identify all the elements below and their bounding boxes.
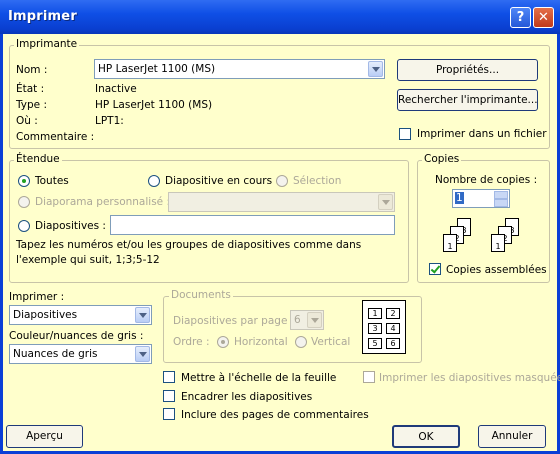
dialog-body: Imprimante Nom : HP LaserJet 1100 (MS) P… <box>3 34 560 451</box>
printer-legend: Imprimante <box>14 38 80 50</box>
range-help-text: Tapez les numéros et/ou les groupes de d… <box>16 239 362 266</box>
spin-down-icon[interactable] <box>494 199 508 207</box>
print-what-select[interactable]: Diapositives <box>9 305 152 325</box>
scale-to-fit-label: Mettre à l'échelle de la feuille <box>181 372 337 384</box>
preview-button[interactable]: Aperçu <box>6 425 83 448</box>
scale-to-fit-checkbox[interactable] <box>163 371 175 383</box>
spin-up-icon[interactable] <box>494 191 508 199</box>
range-selection-label: Sélection <box>293 175 342 187</box>
range-all-radio[interactable] <box>18 175 30 187</box>
printer-where-value: LPT1: <box>95 115 124 127</box>
copies-count-input[interactable]: 1 <box>452 189 510 208</box>
range-legend: Étendue <box>14 153 62 165</box>
order-horizontal-label: Horizontal <box>234 336 288 348</box>
print-hidden-label: Imprimer les diapositives masquées <box>379 372 560 384</box>
include-comments-checkbox[interactable] <box>163 408 175 420</box>
preview-cell: 6 <box>386 338 400 349</box>
per-page-select[interactable]: 6 <box>290 310 324 330</box>
print-to-file-checkbox[interactable] <box>399 128 411 140</box>
chevron-down-icon[interactable] <box>135 346 150 362</box>
range-custom-show-label: Diaporama personnalisé : <box>35 196 170 208</box>
order-vertical-label: Vertical <box>311 336 351 348</box>
frame-slides-checkbox[interactable] <box>163 390 175 402</box>
range-slides-radio[interactable] <box>18 220 30 232</box>
collate-checkbox[interactable] <box>429 263 441 275</box>
include-comments-label: Inclure des pages de commentaires <box>181 409 369 421</box>
copies-count-value: 1 <box>455 192 464 204</box>
print-what-label: Imprimer : <box>9 291 65 303</box>
preview-cell: 2 <box>386 308 400 319</box>
color-label: Couleur/nuances de gris : <box>9 330 144 342</box>
range-selection-radio[interactable] <box>276 175 288 187</box>
printer-name-value: HP LaserJet 1100 (MS) <box>98 63 216 75</box>
color-select[interactable]: Nuances de gris <box>9 344 152 364</box>
collate-label: Copies assemblées <box>446 264 547 276</box>
printer-name-select[interactable]: HP LaserJet 1100 (MS) <box>94 59 385 79</box>
custom-show-select[interactable] <box>168 192 395 212</box>
print-to-file-label: Imprimer dans un fichier <box>417 128 547 140</box>
print-hidden-checkbox[interactable] <box>363 371 375 383</box>
preview-cell: 3 <box>368 323 382 334</box>
chevron-down-icon[interactable] <box>368 61 383 77</box>
documents-legend: Documents <box>169 289 233 301</box>
frame-slides-label: Encadrer les diapositives <box>181 391 313 403</box>
chevron-down-icon[interactable] <box>307 312 322 328</box>
printer-state-label: État : <box>16 83 45 95</box>
ok-button[interactable]: OK <box>392 425 460 448</box>
find-printer-button[interactable]: Rechercher l'imprimante... <box>397 89 538 111</box>
range-custom-show-radio[interactable] <box>18 196 30 208</box>
preview-cell: 5 <box>368 338 382 349</box>
preview-cell: 1 <box>368 308 382 319</box>
range-current-label: Diapositive en cours <box>165 175 273 187</box>
printer-state-value: Inactive <box>95 83 137 95</box>
color-value: Nuances de gris <box>13 348 98 360</box>
window-title: Imprimer <box>8 9 77 24</box>
range-all-label: Toutes <box>35 175 69 187</box>
range-current-radio[interactable] <box>148 175 160 187</box>
printer-type-value: HP LaserJet 1100 (MS) <box>95 99 213 111</box>
printer-comment-label: Commentaire : <box>16 131 95 143</box>
per-page-value: 6 <box>294 314 301 326</box>
printer-where-label: Où : <box>16 115 38 127</box>
range-slides-label: Diapositives : <box>35 220 106 232</box>
properties-button[interactable]: Propriétés... <box>397 59 538 81</box>
chevron-down-icon[interactable] <box>135 307 150 323</box>
per-page-label: Diapositives par page : <box>173 315 295 327</box>
printer-type-label: Type : <box>16 99 47 111</box>
close-icon[interactable]: ✕ <box>533 7 554 28</box>
help-icon[interactable]: ? <box>510 7 531 28</box>
order-label: Ordre : <box>173 336 210 348</box>
print-dialog: Imprimer ? ✕ Imprimante Nom : HP LaserJe… <box>0 0 560 454</box>
order-vertical-radio[interactable] <box>295 336 307 348</box>
slides-input[interactable] <box>110 215 395 235</box>
copies-count-label: Nombre de copies : <box>435 174 538 186</box>
cancel-button[interactable]: Annuler <box>478 425 546 448</box>
printer-name-label: Nom : <box>16 64 48 76</box>
title-bar[interactable]: Imprimer ? ✕ <box>0 0 560 34</box>
layout-preview: 1 2 3 4 5 6 <box>362 300 406 354</box>
order-horizontal-radio[interactable] <box>217 336 229 348</box>
preview-cell: 4 <box>386 323 400 334</box>
print-what-value: Diapositives <box>13 309 78 321</box>
copies-legend: Copies <box>422 153 462 165</box>
chevron-down-icon[interactable] <box>378 194 393 210</box>
